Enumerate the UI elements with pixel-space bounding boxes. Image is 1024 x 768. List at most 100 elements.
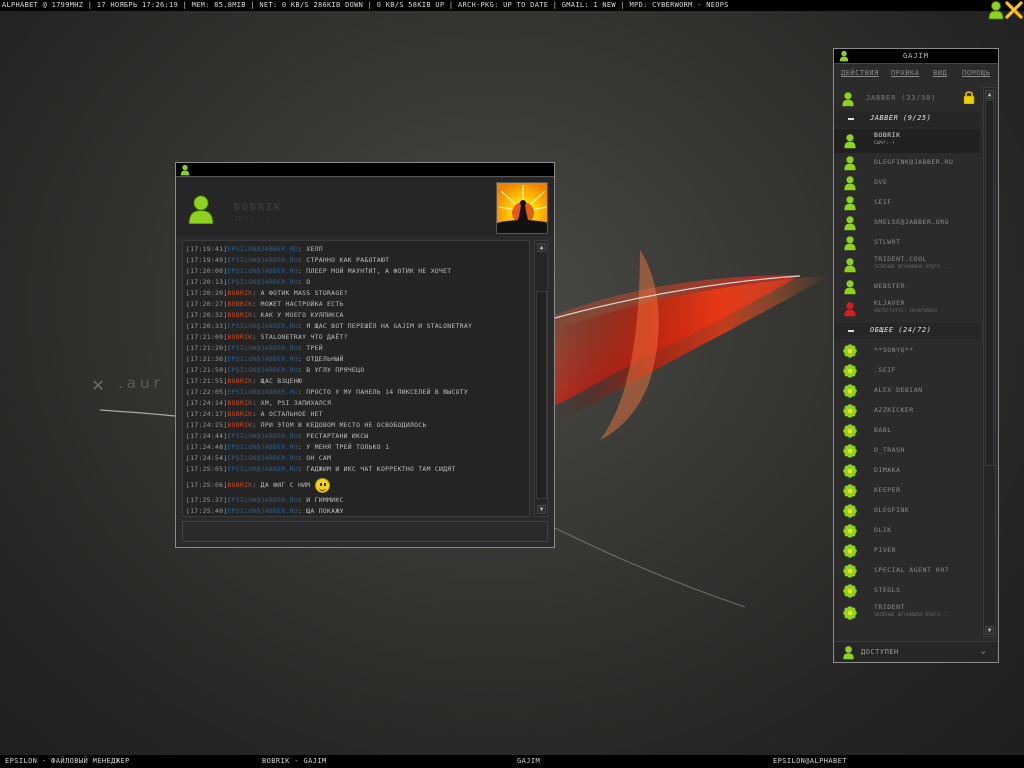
- message-timestamp: [17:21:36]: [186, 355, 228, 363]
- message-text: МОЖЕТ НАСТРОЙКА ЕСТЬ: [260, 300, 344, 308]
- collapse-icon[interactable]: [848, 118, 854, 120]
- roster-title: GAJIM: [902, 52, 930, 60]
- message-timestamp: [17:20:00]: [186, 267, 228, 275]
- flower-icon: [842, 563, 858, 583]
- scroll-down-arrow-icon[interactable]: ▼: [537, 505, 546, 514]
- contact-row[interactable]: ALEX DEBIAN: [834, 381, 980, 401]
- contact-row[interactable]: STEGLS: [834, 581, 980, 601]
- roster-titlebar[interactable]: GAJIM: [834, 49, 998, 64]
- status-selector[interactable]: ДОСТУПЕН ⌄: [835, 641, 997, 661]
- contact-row[interactable]: OLEGFINK: [834, 501, 980, 521]
- contact-row[interactable]: **SONYQ**: [834, 341, 980, 361]
- menu-bar: ДЕЙСТВИЯ ПРАВКА ВИД ПОМОЩЬ: [834, 67, 998, 81]
- message-text: У МЕНЯ ТРЕЙ ТОЛЬКО 1: [306, 443, 390, 451]
- message-timestamp: [17:21:09]: [186, 333, 228, 341]
- person-icon: [842, 301, 858, 321]
- contact-name: OLEGFINK: [874, 506, 910, 514]
- message-timestamp: [17:19:41]: [186, 245, 228, 253]
- task-chat-window[interactable]: BOBRIK - GAJIM: [262, 755, 327, 768]
- contact-row[interactable]: STLWRT: [834, 233, 980, 253]
- message-timestamp: [17:25:05]: [186, 465, 228, 473]
- contact-row[interactable]: SPECIAL AGENT 007: [834, 561, 980, 581]
- scroll-up-arrow-icon[interactable]: ▲: [537, 243, 546, 252]
- task-roster-window[interactable]: GAJIM: [517, 755, 540, 768]
- roster-scrollbar[interactable]: ▲ ▼: [983, 87, 996, 637]
- contact-status-message: СЫЧ?:-): [874, 141, 896, 146]
- contact-row[interactable]: KLJAVER АВТОСТАТУС: НЕАКТИВЕН: [834, 297, 980, 321]
- chat-titlebar[interactable]: [176, 163, 554, 177]
- message-nick: EPSILON@JABBER.RU: [227, 322, 298, 330]
- chat-message: [17:24:54]EPSILON@JABBER.RU: ОН САМ: [186, 453, 526, 464]
- scroll-up-arrow-icon[interactable]: ▲: [985, 90, 994, 99]
- message-timestamp: [17:24:14]: [186, 399, 228, 407]
- message-text: А ФОТИК MASS STORAGE?: [260, 289, 348, 297]
- chat-message: [17:24:14]BOBRIK: ХМ, PSI ЗАПИХАЛСЯ: [186, 398, 526, 409]
- scrollbar-thumb[interactable]: [985, 100, 994, 466]
- chat-message: [17:22:05]EPSILON@JABBER.RU: ПРОСТО У МУ…: [186, 387, 526, 398]
- account-label: JABBER (33/98): [866, 94, 937, 102]
- contact-row[interactable]: TRIDENT ЗЕЛЁНЫЕ ШТАНИШКИ ОТОГО...: [834, 601, 980, 625]
- message-input[interactable]: [182, 521, 548, 542]
- conversation-log[interactable]: [17:19:41]EPSILON@JABBER.RU: ХЕЛП [17:19:…: [182, 240, 530, 517]
- message-text: КАК У МОЕГО КУЛПИКСА: [260, 311, 344, 319]
- message-text: И ГИММИКС: [306, 496, 344, 504]
- contact-list[interactable]: JABBER (33/98) JABBER (9/25) BOBRIK СЫЧ?:-…: [834, 87, 984, 639]
- task-file-manager[interactable]: EPSILON - ФАЙЛОВЫЙ МЕНЕДЖЕР: [5, 755, 130, 768]
- message-sep: :: [252, 377, 261, 385]
- contact-row[interactable]: PIVER: [834, 541, 980, 561]
- conversation-scrollbar[interactable]: ▲ ▼: [534, 240, 548, 517]
- roster-group[interactable]: JABBER (9/25): [834, 111, 980, 127]
- roster-group[interactable]: ОБЩЕЕ (24/72): [834, 323, 980, 339]
- message-nick: EPSILON@JABBER.RU: [227, 432, 298, 440]
- contact-row[interactable]: OVE: [834, 173, 980, 193]
- message-sep: :: [252, 410, 261, 418]
- account-row[interactable]: JABBER (33/98): [834, 87, 984, 109]
- menu-view[interactable]: ВИД: [933, 69, 947, 77]
- contact-row[interactable]: DIMAKA: [834, 461, 980, 481]
- person-icon: [842, 175, 858, 195]
- message-text: ЩА ПОКАЖУ: [306, 507, 344, 515]
- contact-name: SMELSE@JABBER.ORG: [874, 218, 950, 226]
- contact-row[interactable]: AZZKICKER: [834, 401, 980, 421]
- contact-name: OLEGFINK@JABBER.RU: [874, 158, 954, 166]
- person-icon: [843, 646, 854, 660]
- flower-icon: [842, 363, 858, 383]
- contact-row[interactable]: KEEPER: [834, 481, 980, 501]
- contact-row[interactable]: BABL: [834, 421, 980, 441]
- collapse-icon[interactable]: [848, 330, 854, 332]
- contact-row[interactable]: TRIDENT.COOL ЗЕЛЁНЫЕ ШТАНИШКИ ОТОГО...: [834, 253, 980, 277]
- task-terminal[interactable]: EPSILON@ALPHABET: [773, 755, 847, 768]
- contact-row[interactable]: WEBSTER: [834, 277, 980, 297]
- flower-icon: [842, 463, 858, 483]
- close-tray-icon[interactable]: [1004, 0, 1024, 20]
- contact-row[interactable]: D_TRASH: [834, 441, 980, 461]
- flower-icon: [842, 523, 858, 543]
- group-label: ОБЩЕЕ (24/72): [870, 326, 932, 334]
- contact-row[interactable]: .SEIF: [834, 361, 980, 381]
- menu-edit[interactable]: ПРАВКА: [891, 69, 919, 77]
- chat-message: [17:20:00]EPSILON@JABBER.RU: ПЛЕЕР МОЙ М…: [186, 266, 526, 277]
- chat-message: [17:20:32]BOBRIK: КАК У МОЕГО КУЛПИКСА: [186, 310, 526, 321]
- message-text: РЕСТАРТАНИ ИКСЫ: [306, 432, 369, 440]
- menu-help[interactable]: ПОМОЩЬ: [962, 69, 990, 77]
- contact-row[interactable]: OLIK: [834, 521, 980, 541]
- message-timestamp: [17:20:33]: [186, 322, 228, 330]
- scroll-down-arrow-icon[interactable]: ▼: [985, 626, 994, 635]
- contact-row[interactable]: BOBRIK СЫЧ?:-): [834, 129, 980, 153]
- contact-row[interactable]: OLEGFINK@JABBER.RU: [834, 153, 980, 173]
- message-sep: :: [252, 289, 261, 297]
- message-sep: :: [252, 333, 261, 341]
- contact-name: AZZKICKER: [874, 406, 914, 414]
- menu-actions[interactable]: ДЕЙСТВИЯ: [841, 69, 879, 77]
- message-timestamp: [17:25:37]: [186, 496, 228, 504]
- message-text: ДА ФИГ С НИМ: [260, 481, 311, 489]
- contact-row[interactable]: SEIF: [834, 193, 980, 213]
- scrollbar-thumb[interactable]: [536, 291, 547, 499]
- gajim-tray-icon[interactable]: [986, 0, 1006, 20]
- flower-icon: [842, 605, 858, 625]
- message-nick: EPSILON@JABBER.RU: [227, 388, 298, 396]
- contact-name: TRIDENT: [874, 603, 905, 611]
- message-text: ПРОСТО У МУ ПАНЕЛЬ 14 ПИКСЕЛЕЙ В ВЫСОТУ: [306, 388, 469, 396]
- contact-status: СЫЧ?:-): [234, 215, 271, 223]
- contact-row[interactable]: SMELSE@JABBER.ORG: [834, 213, 980, 233]
